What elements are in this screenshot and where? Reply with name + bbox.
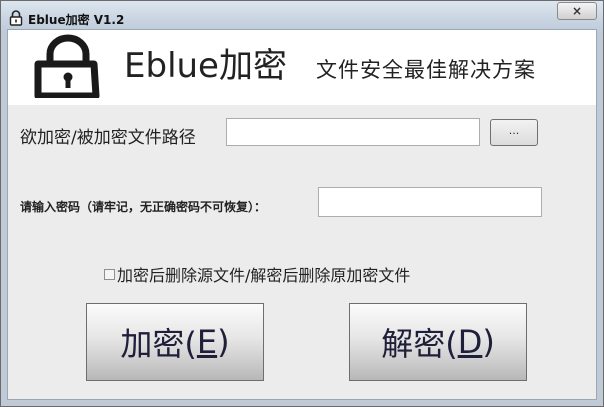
window-title: Eblue加密 V1.2 [28,13,125,27]
encrypt-button[interactable]: 加密(E) [86,303,264,381]
delete-option[interactable]: 加密后删除源文件/解密后删除原加密文件 [104,262,410,286]
client-area: Eblue加密 文件安全最佳解决方案 欲加密/被加密文件路径 ... 请输入密码… [7,29,597,400]
delete-option-label[interactable]: 加密后删除源文件/解密后删除原加密文件 [117,262,410,286]
decrypt-button-text: 解密( [381,325,458,363]
delete-option-checkbox[interactable] [104,268,115,280]
encrypt-button-close: ) [217,323,230,361]
close-button[interactable]: × [557,2,597,20]
lock-icon [9,10,23,26]
file-path-input[interactable] [226,118,480,146]
padlock-logo-icon [34,34,100,98]
password-label: 请输入密码（请牢记，无正确密码不可恢复）： [20,200,267,214]
password-input[interactable] [318,187,542,217]
decrypt-hotkey: D [457,323,483,361]
app-name: Eblue加密 [124,46,287,86]
decrypt-button[interactable]: 解密(D) [349,303,527,381]
slogan: 文件安全最佳解决方案 [316,58,536,82]
encrypt-hotkey: E [196,323,218,361]
close-icon: × [571,4,583,18]
app-window: Eblue加密 V1.2 × Eblue加密 文件安全最佳解决方案 欲加密/被加… [0,0,604,407]
browse-button[interactable]: ... [490,119,538,146]
encrypt-button-text: 加密( [120,325,197,363]
decrypt-button-close: ) [482,323,495,361]
header-banner: Eblue加密 文件安全最佳解决方案 [8,30,596,105]
file-path-label: 欲加密/被加密文件路径 [20,128,196,148]
